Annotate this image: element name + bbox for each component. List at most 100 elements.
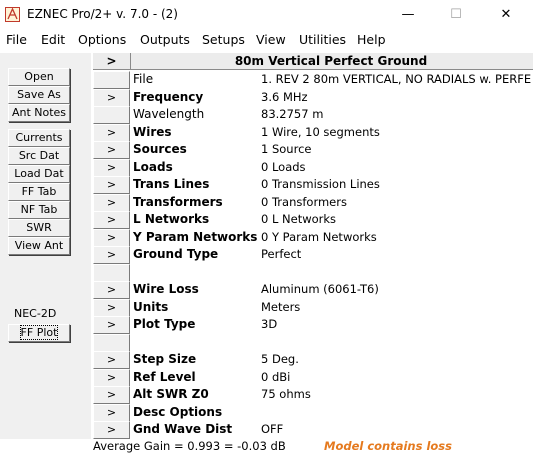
- close-button[interactable]: ✕: [483, 3, 529, 27]
- row-label: Gnd Wave Dist: [133, 422, 233, 436]
- row-label: Ground Type: [133, 247, 219, 261]
- grid-row: File 1. REV 2 80m VERTICAL, NO RADIALS w.…: [93, 71, 533, 89]
- grid-row: > Wire Loss Aluminum (6061-T6): [93, 281, 533, 299]
- row-label: L Networks: [133, 212, 210, 226]
- row-label: Step Size: [133, 352, 197, 366]
- row-expand-button[interactable]: [93, 263, 130, 282]
- row-label: Wavelength: [133, 107, 205, 121]
- load-dat-button[interactable]: Load Dat: [8, 165, 70, 183]
- row-value: Meters: [261, 299, 301, 314]
- row-value: 0 Loads: [261, 159, 306, 174]
- ant-notes-button[interactable]: Ant Notes: [8, 104, 70, 122]
- ff-tab-button[interactable]: FF Tab: [8, 183, 70, 201]
- row-expand-button[interactable]: >: [93, 193, 130, 212]
- menu-edit[interactable]: Edit: [41, 32, 65, 47]
- row-expand-button[interactable]: >: [93, 316, 130, 334]
- row-expand-button[interactable]: >: [93, 246, 130, 264]
- row-expand-button[interactable]: >: [93, 158, 130, 177]
- row-value: 0 Y Param Networks: [261, 229, 377, 244]
- row-expand-button[interactable]: >: [93, 421, 130, 439]
- ff-plot-label: FF Plot: [19, 325, 59, 340]
- loss-indicator: Model contains loss: [324, 439, 452, 453]
- row-label: Wire Loss: [133, 282, 199, 296]
- row-label: Y Param Networks: [133, 229, 258, 244]
- menu-outputs[interactable]: Outputs: [140, 32, 190, 47]
- nf-tab-button[interactable]: NF Tab: [8, 201, 70, 219]
- swr-button[interactable]: SWR: [8, 219, 70, 237]
- row-value: 0 L Networks: [261, 212, 337, 226]
- row-value: 3D: [261, 317, 278, 331]
- row-label: Loads: [133, 159, 173, 174]
- grid-row: > Trans Lines 0 Transmission Lines: [93, 176, 533, 194]
- row-expand-button[interactable]: >: [93, 298, 130, 317]
- row-expand-button[interactable]: >: [93, 281, 130, 299]
- row-value: 0 Transformers: [261, 194, 347, 209]
- header-arrow-button[interactable]: >: [93, 53, 131, 69]
- grid-row: [93, 333, 533, 352]
- currents-button[interactable]: Currents: [8, 129, 70, 147]
- menu-view[interactable]: View: [256, 32, 286, 47]
- grid-row: [93, 263, 533, 282]
- row-expand-button[interactable]: [93, 333, 130, 352]
- title-bar: EZNEC Pro/2+ v. 7.0 - (2) — ☐ ✕: [0, 0, 533, 30]
- row-expand-button[interactable]: [93, 71, 130, 89]
- grid-row: > Transformers 0 Transformers: [93, 193, 533, 212]
- grid-row: > Y Param Networks 0 Y Param Networks: [93, 228, 533, 247]
- menu-bar: File Edit Options Outputs Setups View Ut…: [0, 30, 533, 50]
- grid-row: > Gnd Wave Dist OFF: [93, 421, 533, 439]
- grid-row: > Frequency 3.6 MHz: [93, 88, 533, 107]
- left-button-panel: Open Save As Ant Notes Currents Src Dat …: [0, 53, 91, 453]
- engine-label: NEC-2D: [14, 307, 57, 320]
- menu-file[interactable]: File: [6, 32, 27, 47]
- row-label: Frequency: [133, 89, 204, 104]
- grid-row: > L Networks 0 L Networks: [93, 211, 533, 229]
- row-label: Wires: [133, 124, 172, 139]
- row-expand-button[interactable]: >: [93, 176, 130, 194]
- row-expand-button[interactable]: [93, 106, 130, 124]
- ff-plot-button[interactable]: FF Plot: [8, 324, 70, 342]
- menu-utilities[interactable]: Utilities: [299, 32, 346, 47]
- window-title: EZNEC Pro/2+ v. 7.0 - (2): [27, 7, 178, 21]
- row-label: Trans Lines: [133, 177, 210, 191]
- status-bar: Average Gain = 0.993 = -0.03 dB Model co…: [0, 439, 533, 455]
- open-button[interactable]: Open: [8, 68, 70, 86]
- antenna-parameter-grid: > 80m Vertical Perfect Ground File 1. REV…: [93, 53, 533, 439]
- row-expand-button[interactable]: >: [93, 123, 130, 142]
- grid-row: > Sources 1 Source: [93, 141, 533, 159]
- app-icon: [5, 7, 20, 22]
- maximize-button[interactable]: ☐: [433, 3, 479, 27]
- row-value: 1 Wire, 10 segments: [261, 124, 380, 139]
- average-gain-text: Average Gain = 0.993 = -0.03 dB: [93, 439, 286, 453]
- grid-row: > Step Size 5 Deg.: [93, 351, 533, 369]
- minimize-button[interactable]: —: [385, 3, 431, 27]
- row-expand-button[interactable]: >: [93, 88, 130, 107]
- row-label: Plot Type: [133, 317, 196, 331]
- grid-row: > Ground Type Perfect: [93, 246, 533, 264]
- row-expand-button[interactable]: >: [93, 386, 130, 404]
- row-expand-button[interactable]: >: [93, 228, 130, 247]
- menu-help[interactable]: Help: [357, 32, 386, 47]
- row-label: Units: [133, 299, 169, 314]
- row-label: File: [133, 72, 154, 86]
- row-value: OFF: [261, 422, 284, 436]
- grid-row: > Loads 0 Loads: [93, 158, 533, 177]
- row-expand-button[interactable]: >: [93, 351, 130, 369]
- row-value: 83.2757 m: [261, 107, 324, 121]
- row-value: 3.6 MHz: [261, 89, 308, 104]
- menu-setups[interactable]: Setups: [202, 32, 245, 47]
- src-dat-button[interactable]: Src Dat: [8, 147, 70, 165]
- menu-options[interactable]: Options: [78, 32, 126, 47]
- row-value: 75 ohms: [261, 387, 311, 401]
- row-expand-button[interactable]: >: [93, 141, 130, 159]
- row-label: Desc Options: [133, 404, 223, 419]
- grid-row: > Wires 1 Wire, 10 segments: [93, 123, 533, 142]
- row-expand-button[interactable]: >: [93, 211, 130, 229]
- row-label: Transformers: [133, 194, 223, 209]
- row-value: 0 Transmission Lines: [261, 177, 380, 191]
- row-expand-button[interactable]: >: [93, 368, 130, 387]
- save-as-button[interactable]: Save As: [8, 86, 70, 104]
- view-ant-button[interactable]: View Ant: [8, 237, 70, 255]
- row-label: Ref Level: [133, 369, 196, 384]
- row-expand-button[interactable]: >: [93, 403, 130, 422]
- row-value: 1 Source: [261, 142, 312, 156]
